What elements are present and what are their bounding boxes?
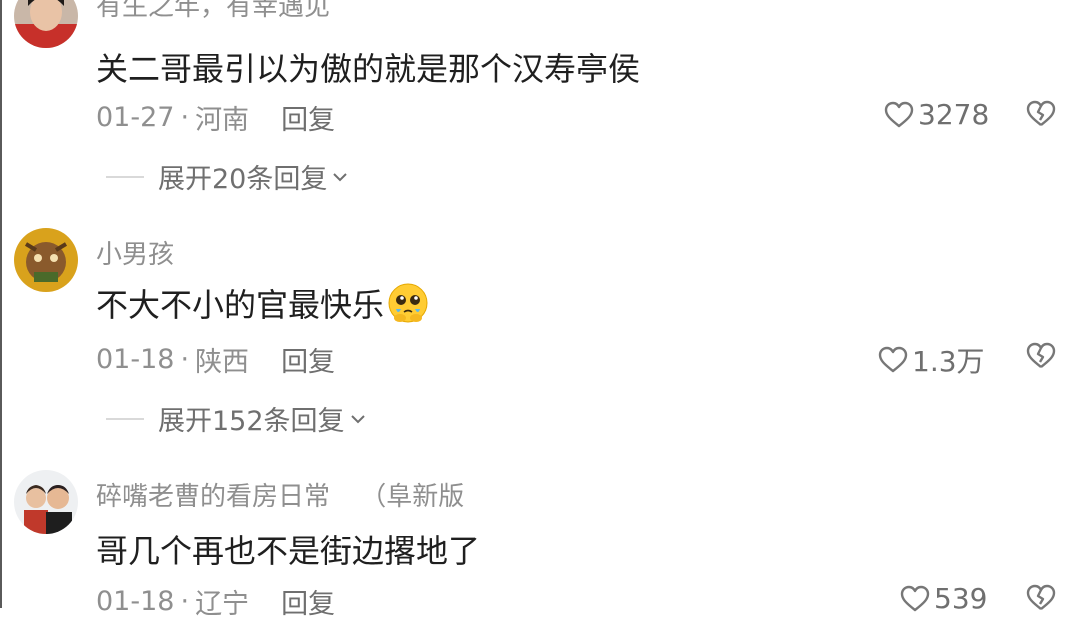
- comment-text-body: 哥几个再也不是街边撂地了: [96, 532, 481, 570]
- dislike-button[interactable]: [1026, 100, 1056, 130]
- expand-replies-button[interactable]: 展开152条回复: [106, 399, 367, 438]
- expand-divider: [106, 417, 144, 420]
- like-count: 1.3万: [912, 345, 985, 378]
- left-edge-divider: [0, 0, 2, 608]
- avatar[interactable]: [14, 0, 78, 48]
- expand-replies-label: 展开20条回复: [158, 164, 328, 195]
- username[interactable]: 碎嘴老曹的看房日常 （阜新版: [96, 476, 464, 513]
- expand-replies-label: 展开152条回复: [158, 406, 345, 437]
- chevron-down-icon: [350, 414, 365, 423]
- reply-button[interactable]: 回复: [281, 582, 335, 621]
- like-count: 539: [934, 582, 988, 615]
- username-tag: （阜新版: [360, 482, 465, 512]
- reply-button[interactable]: 回复: [281, 340, 335, 379]
- like-button[interactable]: 3278: [884, 98, 989, 131]
- expand-replies-button[interactable]: 展开20条回复: [106, 157, 349, 196]
- dislike-button[interactable]: [1026, 342, 1056, 372]
- comment-text-body: 不大不小的官最快乐: [96, 286, 385, 324]
- meta-separator: ·: [180, 586, 190, 617]
- heart-icon: [884, 101, 914, 127]
- comment-date: 01-27: [96, 102, 175, 133]
- comment-text: 哥几个再也不是街边撂地了: [96, 526, 480, 572]
- comment-date: 01-18: [96, 344, 175, 375]
- meta-separator: ·: [180, 344, 190, 375]
- heart-icon: [878, 346, 908, 373]
- dislike-button[interactable]: [1026, 584, 1056, 614]
- like-button[interactable]: 539: [900, 582, 987, 615]
- comment-location: 陕西: [195, 347, 250, 378]
- comment-location: 河南: [195, 105, 250, 136]
- username[interactable]: 小男孩: [96, 234, 174, 271]
- comment-meta: 01-18 · 陕西 回复: [96, 340, 335, 379]
- like-count: 3278: [918, 98, 990, 131]
- expand-divider: [106, 175, 144, 178]
- comment-meta: 01-27 · 河南 回复: [96, 98, 335, 137]
- avatar[interactable]: [14, 228, 78, 292]
- comment-date: 01-18: [96, 586, 175, 617]
- comment-text: 关二哥最引以为傲的就是那个汉寿亭侯: [96, 44, 640, 90]
- username[interactable]: 有生之年，有幸遇见: [96, 0, 330, 23]
- broken-heart-icon: [1026, 342, 1056, 368]
- avatar[interactable]: [14, 470, 78, 534]
- comment-location: 辽宁: [195, 589, 250, 620]
- chevron-down-icon: [333, 172, 348, 181]
- like-button[interactable]: 1.3万: [878, 340, 985, 380]
- username-text: 碎嘴老曹的看房日常: [96, 482, 331, 512]
- meta-separator: ·: [180, 102, 190, 133]
- heart-icon: [900, 585, 930, 611]
- reply-button[interactable]: 回复: [281, 98, 335, 137]
- broken-heart-icon: [1026, 100, 1056, 126]
- comment-text-body: 关二哥最引以为傲的就是那个汉寿亭侯: [96, 50, 641, 88]
- crying-pleading-emoji-icon: [388, 283, 428, 323]
- comment-text: 不大不小的官最快乐: [96, 280, 430, 326]
- comment-meta: 01-18 · 辽宁 回复: [96, 582, 335, 621]
